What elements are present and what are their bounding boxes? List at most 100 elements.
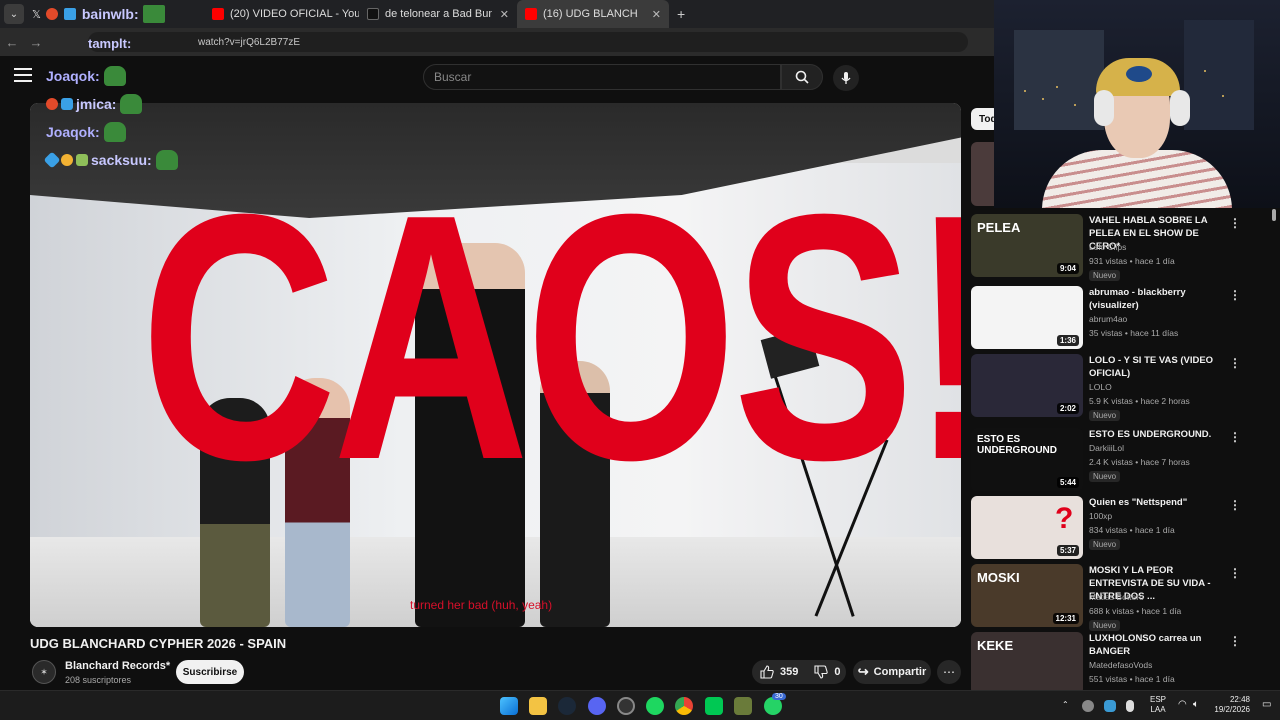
- stream-chat-overlay: Joaqok: jmica: Joaqok: sacksuu:: [43, 62, 246, 174]
- scrollbar-thumb[interactable]: [1272, 209, 1276, 221]
- tray-icon[interactable]: [1104, 700, 1116, 712]
- recommendation-channel[interactable]: Matias Bottero: [1089, 592, 1144, 602]
- video-caption: turned her bad (huh, yeah): [410, 598, 553, 612]
- tab-4-label: (16) UDG BLANCHARD CYPHER: [543, 8, 638, 20]
- tab-2[interactable]: (20) VIDEO OFICIAL - YouTube ✕: [204, 0, 359, 28]
- address-bar: ← → watch?v=jrQ6L2B77zE: [0, 28, 1000, 56]
- more-options-icon[interactable]: ⋮: [1229, 430, 1241, 444]
- back-icon[interactable]: ←: [0, 35, 24, 50]
- youtube-icon: [525, 8, 537, 20]
- thumbs-down-icon: [814, 665, 829, 679]
- recommendation-thumbnail[interactable]: 2:02: [971, 354, 1083, 417]
- more-actions-button[interactable]: ⋯: [937, 660, 961, 684]
- obs-icon[interactable]: [617, 697, 635, 715]
- tray-icon[interactable]: [1082, 700, 1094, 712]
- recommendation-meta: 5.9 K vistas • hace 2 horas: [1089, 396, 1190, 406]
- recommendation-item[interactable]: MOSKI 12:31 MOSKI Y LA PEOR ENTREVISTA DE …: [971, 560, 1271, 631]
- new-badge: Nuevo: [1089, 539, 1121, 550]
- video-duration: 9:04: [1056, 263, 1079, 274]
- recommendation-channel[interactable]: 100xp: [1089, 511, 1112, 521]
- search-button[interactable]: [781, 64, 823, 90]
- recommendation-title[interactable]: abrumao - blackberry (visualizer): [1089, 286, 1227, 312]
- tab-3[interactable]: de telonear a Bad Bunny directo ✕: [359, 0, 517, 28]
- more-options-icon[interactable]: ⋮: [1229, 634, 1241, 648]
- recommendation-thumbnail[interactable]: PELEA 9:04: [971, 214, 1083, 277]
- language-indicator[interactable]: ESP LAA: [1150, 695, 1166, 715]
- tab-search-button[interactable]: ⌄: [4, 4, 24, 24]
- volume-icon[interactable]: 🔈︎: [1193, 699, 1199, 710]
- recommendation-channel[interactable]: LOLO: [1089, 382, 1112, 392]
- recommendation-title[interactable]: ESTO ES UNDERGROUND.: [1089, 428, 1227, 441]
- recommendation-channel[interactable]: abrum4ao: [1089, 314, 1127, 324]
- recommendation-item[interactable]: 1:36 abrumao - blackberry (visualizer) abr…: [971, 282, 1271, 350]
- recommendation-item[interactable]: 2:02 LOLO - Y SI TE VAS (VIDEO OFICIAL) LO…: [971, 350, 1271, 421]
- like-button[interactable]: 359: [752, 660, 806, 684]
- chat-username: Joaqok:: [46, 124, 100, 140]
- recommendation-item[interactable]: ? 5:37 Quien es "Nettspend" 100xp 834 vistas…: [971, 492, 1271, 560]
- tab-1[interactable]: 𝕏 bainwlb:: [24, 0, 204, 28]
- recommendation-channel[interactable]: DarkiiiLol: [1089, 443, 1124, 453]
- spotify-icon[interactable]: [646, 697, 664, 715]
- clock-time: 22:48: [1229, 695, 1250, 704]
- recommendation-item[interactable]: ESTO ES UNDERGROUND 5:44 ESTO ES UNDERGROU…: [971, 424, 1271, 492]
- lang-code: ESP: [1150, 695, 1167, 704]
- wifi-icon[interactable]: ◠: [1178, 699, 1187, 710]
- search-input[interactable]: Buscar: [423, 64, 781, 90]
- new-tab-button[interactable]: +: [677, 6, 685, 22]
- recommendation-title[interactable]: LUXHOLONSO carrea un BANGER: [1089, 632, 1227, 658]
- steam-icon[interactable]: [558, 697, 576, 715]
- recommendation-title[interactable]: Quien es "Nettspend": [1089, 496, 1227, 509]
- close-icon[interactable]: ✕: [492, 8, 509, 21]
- recommendation-title[interactable]: LOLO - Y SI TE VAS (VIDEO OFICIAL): [1089, 354, 1227, 380]
- chat-overlap-username: tamplt:: [88, 36, 132, 51]
- channel-name[interactable]: Blanchard Records*: [65, 660, 170, 672]
- tray-chevron-icon[interactable]: ⌃: [1062, 700, 1069, 709]
- recommendation-meta: 931 vistas • hace 1 día: [1089, 256, 1175, 266]
- kick-icon[interactable]: [705, 697, 723, 715]
- microphone-tray-icon[interactable]: [1126, 700, 1134, 712]
- clock[interactable]: 22:48 19/2/2026: [1212, 695, 1250, 715]
- channel-avatar[interactable]: ✶: [32, 660, 56, 684]
- screen: ⌄ 𝕏 bainwlb: (20) VIDEO OFICIAL - YouTub…: [0, 0, 1280, 720]
- more-options-icon[interactable]: ⋮: [1229, 216, 1241, 230]
- thumbnail-text: KEKE: [977, 638, 1014, 653]
- windows-start-icon[interactable]: [500, 697, 518, 715]
- url-field[interactable]: watch?v=jrQ6L2B77zE: [88, 32, 968, 52]
- recommendation-meta: 35 vistas • hace 11 días: [1089, 328, 1179, 338]
- notification-icon[interactable]: ▭: [1262, 699, 1271, 710]
- close-icon[interactable]: ✕: [644, 8, 661, 21]
- tab-4-active[interactable]: (16) UDG BLANCHARD CYPHER ✕: [517, 0, 669, 28]
- share-button[interactable]: ↪ Compartir: [853, 660, 931, 684]
- app-icon[interactable]: [734, 697, 752, 715]
- recommendation-thumbnail[interactable]: KEKE: [971, 632, 1083, 695]
- menu-icon[interactable]: [14, 68, 32, 82]
- thumbnail-text: MOSKI: [977, 570, 1020, 585]
- forward-icon[interactable]: →: [24, 35, 48, 50]
- voice-search-button[interactable]: [833, 65, 859, 91]
- new-badge: Nuevo: [1089, 270, 1121, 281]
- dislike-button[interactable]: 0: [806, 660, 848, 684]
- chat-message: jmica:: [46, 90, 246, 118]
- new-badge: Nuevo: [1089, 471, 1121, 482]
- recommendation-thumbnail[interactable]: MOSKI 12:31: [971, 564, 1083, 627]
- video-duration: 12:31: [1052, 613, 1079, 624]
- video-player[interactable]: CAOS! turned her bad (huh, yeah): [30, 103, 961, 627]
- recommendation-thumbnail-partial[interactable]: [971, 142, 995, 206]
- recommendation-channel[interactable]: MatedefasoVods: [1089, 660, 1152, 670]
- more-options-icon[interactable]: ⋮: [1229, 288, 1241, 302]
- recommendation-item[interactable]: PELEA 9:04 VAHEL HABLA SOBRE LA PELEA EN E…: [971, 210, 1271, 281]
- more-options-icon[interactable]: ⋮: [1229, 498, 1241, 512]
- youtube-icon: [212, 8, 224, 20]
- chrome-icon[interactable]: [675, 697, 693, 715]
- recommendation-channel[interactable]: Lolo Clips: [1089, 242, 1126, 252]
- more-options-icon[interactable]: ⋮: [1229, 356, 1241, 370]
- recommendation-item[interactable]: KEKE LUXHOLONSO carrea un BANGER Matedefas…: [971, 628, 1271, 696]
- recommendation-thumbnail[interactable]: ? 5:37: [971, 496, 1083, 559]
- file-explorer-icon[interactable]: [529, 697, 547, 715]
- recommendation-thumbnail[interactable]: 1:36: [971, 286, 1083, 349]
- more-options-icon[interactable]: ⋮: [1229, 566, 1241, 580]
- subscribe-button[interactable]: Suscribirse: [176, 660, 244, 684]
- video-duration: 5:37: [1056, 545, 1079, 556]
- discord-icon[interactable]: [588, 697, 606, 715]
- recommendation-thumbnail[interactable]: ESTO ES UNDERGROUND 5:44: [971, 428, 1083, 491]
